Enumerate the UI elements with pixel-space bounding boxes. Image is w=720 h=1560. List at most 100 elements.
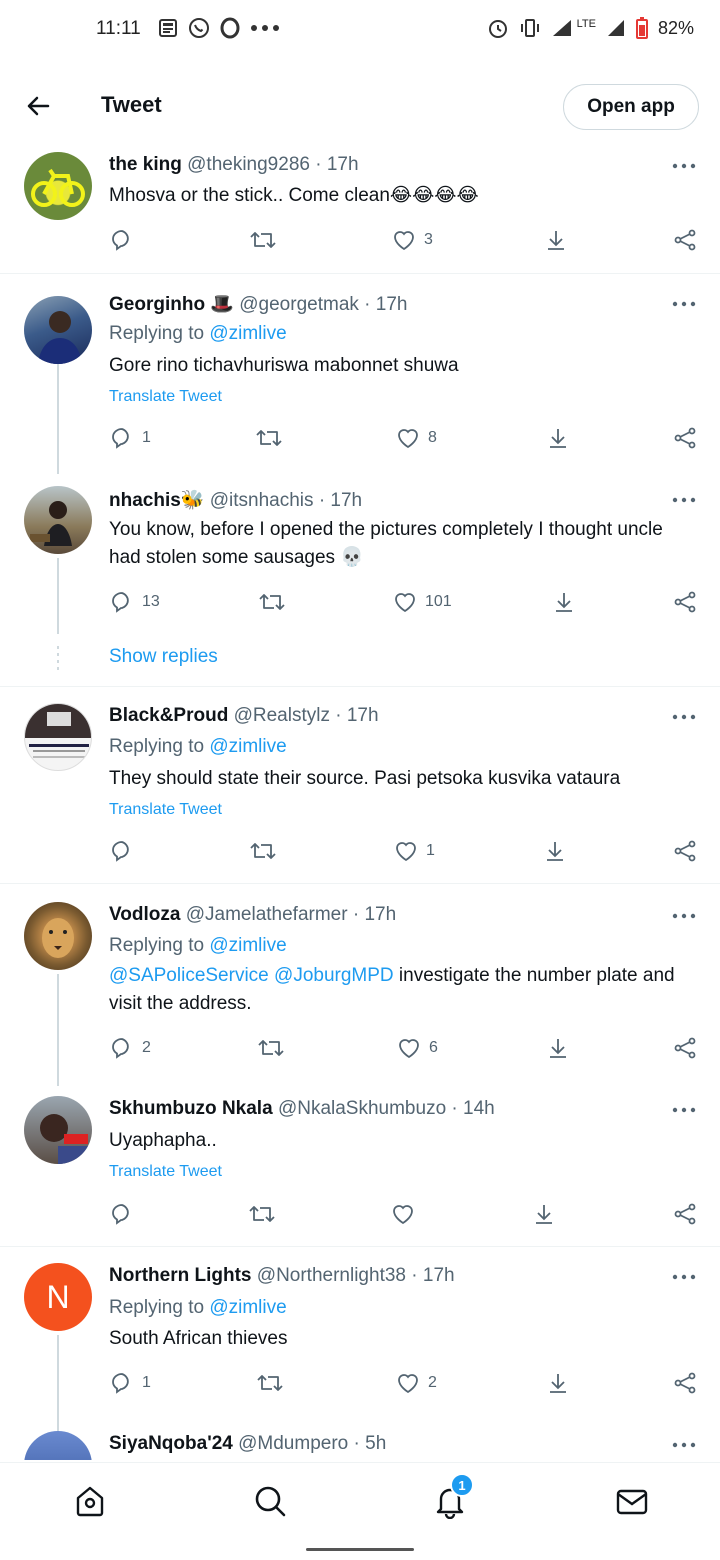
share-button[interactable]	[673, 1371, 697, 1395]
reply-button[interactable]	[110, 839, 142, 863]
like-button[interactable]: 8	[396, 426, 437, 450]
retweet-button[interactable]	[248, 1202, 276, 1226]
tweet[interactable]: N Northern Lights @Northernlight38 · 17h…	[0, 1247, 720, 1435]
like-button[interactable]: 6	[397, 1036, 438, 1060]
mention-link[interactable]: @SAPoliceService	[109, 965, 269, 986]
reply-button[interactable]: 2	[110, 1036, 151, 1060]
home-tab[interactable]	[72, 1483, 108, 1519]
more-options-icon[interactable]	[672, 1273, 696, 1281]
retweet-icon	[258, 1040, 284, 1056]
reply-button[interactable]: 1	[110, 1371, 151, 1395]
more-options-icon[interactable]	[672, 912, 696, 920]
avatar[interactable]	[24, 296, 92, 364]
avatar[interactable]	[24, 152, 92, 220]
share-button[interactable]	[673, 426, 697, 450]
tweet[interactable]: Georginho 🎩 @georgetmak · 17h Replying t…	[0, 274, 720, 474]
mention-link[interactable]: @JoburgMPD	[274, 965, 394, 986]
retweet-button[interactable]	[255, 426, 283, 450]
back-button[interactable]	[22, 90, 54, 122]
like-count: 101	[425, 593, 452, 610]
author-name[interactable]: nhachis🐝	[109, 490, 204, 511]
download-button[interactable]	[546, 426, 570, 450]
replying-to-link[interactable]: @zimlive	[209, 1297, 286, 1318]
like-button[interactable]: 101	[393, 590, 452, 614]
tweet[interactable]: Vodloza @Jamelathefarmer · 17h Replying …	[0, 884, 720, 1086]
download-button[interactable]	[544, 228, 568, 252]
author-name[interactable]: Black&Proud	[109, 705, 228, 726]
tweet[interactable]: Skhumbuzo Nkala @NkalaSkhumbuzo · 14h Uy…	[0, 1082, 720, 1247]
news-icon	[159, 19, 177, 37]
download-button[interactable]	[546, 1371, 570, 1395]
messages-tab[interactable]	[614, 1483, 650, 1519]
network-type: LTE	[576, 18, 596, 30]
tweet-text: South African thieves	[109, 1328, 288, 1349]
author-name[interactable]: Vodloza	[109, 904, 180, 925]
replying-to-link[interactable]: @zimlive	[209, 736, 286, 757]
like-button[interactable]: 3	[392, 228, 433, 252]
author-name[interactable]: Northern Lights	[109, 1265, 252, 1286]
search-tab[interactable]	[252, 1483, 288, 1519]
retweet-icon	[256, 430, 282, 446]
avatar[interactable]	[24, 703, 92, 771]
tweet-time: · 5h	[353, 1433, 387, 1454]
tweet-actions: 1	[0, 839, 720, 869]
replying-to-link[interactable]: @zimlive	[209, 935, 286, 956]
translate-tweet-link[interactable]: Translate Tweet	[109, 801, 222, 819]
more-options-icon[interactable]	[672, 713, 696, 721]
author-name[interactable]: Skhumbuzo Nkala	[109, 1098, 273, 1119]
share-button[interactable]	[673, 839, 697, 863]
share-button[interactable]	[673, 228, 697, 252]
replying-to-link[interactable]: @zimlive	[209, 323, 286, 344]
author-handle[interactable]: @itsnhachis	[210, 490, 314, 511]
download-button[interactable]	[543, 839, 567, 863]
like-button[interactable]: 2	[396, 1371, 437, 1395]
like-button[interactable]	[391, 1202, 423, 1226]
retweet-button[interactable]	[258, 590, 286, 614]
more-options-icon[interactable]	[672, 162, 696, 170]
gesture-home-bar[interactable]	[306, 1548, 414, 1551]
tweet[interactable]: Black&Proud @Realstylz · 17h Replying to…	[0, 687, 720, 884]
more-options-icon[interactable]	[672, 496, 696, 504]
more-options-icon[interactable]	[672, 1441, 696, 1449]
retweet-button[interactable]	[256, 1371, 284, 1395]
more-options-icon[interactable]	[672, 300, 696, 308]
like-button[interactable]: 1	[394, 839, 435, 863]
more-options-icon[interactable]	[672, 1106, 696, 1114]
avatar[interactable]	[24, 902, 92, 970]
author-name[interactable]: the king	[109, 154, 182, 175]
download-button[interactable]	[532, 1202, 556, 1226]
reply-button[interactable]	[110, 228, 142, 252]
reply-icon	[112, 1204, 129, 1225]
author-handle[interactable]: @theking9286	[187, 154, 310, 175]
author-handle[interactable]: @Mdumpero	[238, 1433, 348, 1454]
author-name[interactable]: Georginho 🎩	[109, 294, 234, 315]
author-handle[interactable]: @NkalaSkhumbuzo	[278, 1098, 446, 1119]
share-button[interactable]	[673, 1202, 697, 1226]
translate-tweet-link[interactable]: Translate Tweet	[109, 1163, 222, 1181]
author-handle[interactable]: @Jamelathefarmer	[186, 904, 348, 925]
author-handle[interactable]: @Northernlight38	[257, 1265, 406, 1286]
reply-button[interactable]	[110, 1202, 142, 1226]
retweet-button[interactable]	[249, 228, 277, 252]
reply-button[interactable]: 13	[110, 590, 160, 614]
avatar[interactable]	[24, 1096, 92, 1164]
tweet-time: · 17h	[352, 904, 397, 925]
author-name[interactable]: SiyaNqoba'24	[109, 1433, 233, 1454]
retweet-button[interactable]	[249, 839, 277, 863]
show-replies-link[interactable]: Show replies	[109, 646, 218, 668]
download-button[interactable]	[552, 590, 576, 614]
author-handle[interactable]: @Realstylz	[234, 705, 330, 726]
author-handle[interactable]: @georgetmak	[239, 294, 359, 315]
tweet-actions: 1 2	[0, 1371, 720, 1401]
translate-tweet-link[interactable]: Translate Tweet	[109, 388, 222, 406]
tweet[interactable]: nhachis🐝 @itsnhachis · 17h You know, bef…	[0, 470, 720, 686]
tweet[interactable]: the king @theking9286 · 17h Mhosva or th…	[0, 140, 720, 274]
share-button[interactable]	[673, 590, 697, 614]
open-app-button[interactable]: Open app	[563, 84, 699, 130]
share-button[interactable]	[673, 1036, 697, 1060]
retweet-button[interactable]	[257, 1036, 285, 1060]
avatar[interactable]	[24, 486, 92, 554]
reply-button[interactable]: 1	[110, 426, 151, 450]
avatar[interactable]: N	[24, 1263, 92, 1331]
download-button[interactable]	[546, 1036, 570, 1060]
